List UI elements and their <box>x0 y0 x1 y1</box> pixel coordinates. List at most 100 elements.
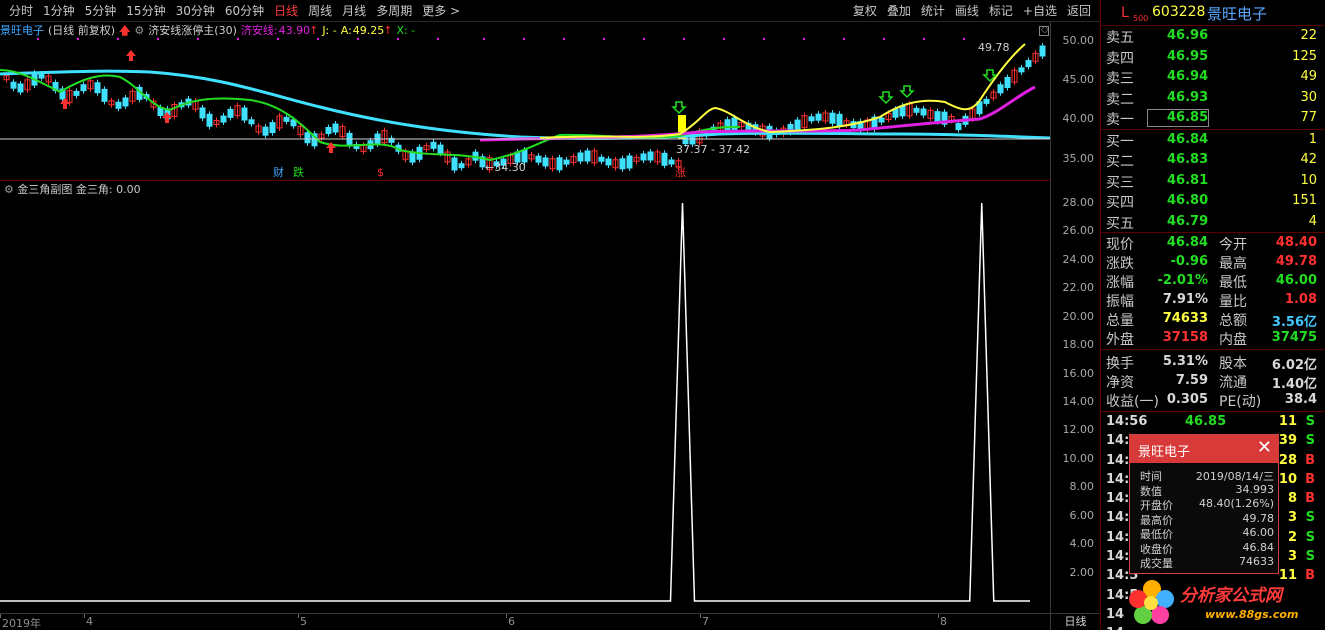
action-2[interactable]: 统计 <box>916 3 950 19</box>
action-4[interactable]: 标记 <box>984 3 1018 19</box>
sub-y-tick: 22.00 <box>1062 281 1095 295</box>
signal-dot <box>802 37 806 41</box>
order-book-row[interactable]: 买二 46.83 42 <box>1101 150 1325 171</box>
tick-volume: 11 <box>1278 414 1297 429</box>
order-book-row[interactable]: 买三 46.81 10 <box>1101 171 1325 192</box>
marker-zhang[interactable]: 涨 <box>675 166 686 179</box>
ma-yellow-line <box>539 43 1026 139</box>
sub-y-tick: 12.00 <box>1062 423 1095 437</box>
quote-label: 最低 <box>1219 275 1247 291</box>
sub-y-tick: 16.00 <box>1062 366 1095 380</box>
order-book-row[interactable]: 买五 46.79 4 <box>1101 212 1325 233</box>
tab-0[interactable]: 分时 <box>4 3 38 19</box>
tab-2[interactable]: 5分钟 <box>80 3 122 19</box>
marker-die[interactable]: 跌 <box>293 165 304 179</box>
quote-stats: 现价 46.84 今开 48.40 涨跌 -0.96 最高 49.78 涨幅 -2.01% 最低 46… <box>1101 233 1325 350</box>
jinsanjiao-chart[interactable] <box>0 195 1050 613</box>
signal-dot <box>196 37 200 41</box>
tab-1[interactable]: 1分钟 <box>38 3 80 19</box>
sell-order-book: 卖五 46.96 22 卖四 46.95 125 卖三 46.94 49 卖二 46.93 30 卖一 4… <box>1101 26 1325 130</box>
signal-dot <box>762 37 766 41</box>
action-6[interactable]: 返回 <box>1062 3 1096 19</box>
order-book-row[interactable]: 卖四 46.95 125 <box>1101 47 1325 68</box>
quote-label: PE(动) <box>1219 394 1262 410</box>
action-0[interactable]: 复权 <box>848 3 882 19</box>
action-3[interactable]: 画线 <box>950 3 984 19</box>
range-annotation: 37.37 - 37.42 <box>676 143 750 156</box>
y-tick: 45.00 <box>1062 73 1095 86</box>
quote-row: 振幅 7.91% 量比 1.08 <box>1101 290 1325 310</box>
y-tick: 40.00 <box>1062 112 1095 125</box>
signal-dot <box>882 37 886 41</box>
order-volume: 10 <box>1300 172 1317 188</box>
date-tick-mark <box>0 614 1 618</box>
tick-side: B <box>1305 471 1315 487</box>
date-axis: 2019年 4 5 6 7 8 <box>0 613 1050 630</box>
popup-row: 收盘价 46.84 <box>1130 540 1278 556</box>
signal-dot <box>962 37 966 41</box>
order-book-row[interactable]: 卖三 46.94 49 <box>1101 67 1325 88</box>
resize-icon[interactable] <box>1039 26 1049 36</box>
quote-value: 74633 <box>1162 311 1208 326</box>
green-down-arrows <box>671 69 998 115</box>
order-volume: 77 <box>1300 110 1317 125</box>
sub-y-tick: 4.00 <box>1069 537 1095 551</box>
quote-value: 48.40 <box>1275 235 1317 250</box>
date-tick: 5 <box>300 615 307 628</box>
quote-value: 37475 <box>1271 330 1317 345</box>
popup-row: 最低价 46.00 <box>1130 525 1278 541</box>
stock-name: 景旺电子 <box>1207 5 1268 23</box>
action-1[interactable]: 叠加 <box>882 3 916 19</box>
quote-value: 7.59 <box>1175 373 1208 388</box>
tick-row[interactable]: 14:56 46.85 11 S <box>1101 413 1325 432</box>
tick-volume: 8 <box>1287 491 1297 507</box>
buy-order-book: 买一 46.84 1 买二 46.83 42 买三 46.81 10 买四 46.80 151 买五 46… <box>1101 130 1325 233</box>
order-volume: 42 <box>1300 152 1317 167</box>
marker-dollar[interactable]: $ <box>377 166 384 179</box>
tick-volume: 3 <box>1287 510 1297 526</box>
popup-label: 成交量 <box>1140 557 1173 570</box>
tick-side: S <box>1305 549 1315 565</box>
tab-10[interactable]: 更多 > <box>417 3 465 19</box>
sub-y-tick: 2.00 <box>1069 565 1095 579</box>
candlestick-chart[interactable]: 49.78 ←34.30 37.37 - 37.42 财 跌 $ 涨 <box>0 22 1050 180</box>
quote-label: 量比 <box>1219 294 1247 310</box>
order-level: 卖二 <box>1106 91 1134 108</box>
market-sub: 500 <box>1133 14 1149 23</box>
tab-5[interactable]: 60分钟 <box>220 3 269 19</box>
quote-value: 7.91% <box>1162 292 1208 307</box>
popup-value: 49.78 <box>1242 511 1275 525</box>
tick-volume: 39 <box>1278 433 1297 449</box>
order-volume: 1 <box>1308 131 1317 147</box>
marker-cai[interactable]: 财 <box>273 165 284 179</box>
stock-code: 603228 <box>1152 4 1206 20</box>
date-tick-mark <box>506 614 507 618</box>
signal-dot <box>236 37 240 41</box>
date-tick-mark <box>298 614 299 618</box>
order-book-row[interactable]: 买四 46.80 151 <box>1101 191 1325 212</box>
quote-row: 外盘 37158 内盘 37475 <box>1101 328 1325 348</box>
quote-label: 现价 <box>1106 237 1134 253</box>
order-book-row[interactable]: 卖五 46.96 22 <box>1101 26 1325 47</box>
tab-7[interactable]: 周线 <box>303 3 337 19</box>
signal-dot <box>842 37 846 41</box>
period-label[interactable]: 日线 <box>1050 613 1100 630</box>
tab-8[interactable]: 月线 <box>337 3 371 19</box>
signal-dot <box>396 37 400 41</box>
order-book-row[interactable]: 卖一 46.85 77 <box>1101 108 1325 129</box>
quote-row: 现价 46.84 今开 48.40 <box>1101 233 1325 253</box>
quote-label: 总量 <box>1106 313 1134 329</box>
tab-3[interactable]: 15分钟 <box>121 3 170 19</box>
order-book-row[interactable]: 卖二 46.93 30 <box>1101 88 1325 109</box>
order-price: 46.84 <box>1167 131 1209 147</box>
tick-time: 14 <box>1106 626 1124 630</box>
order-book-row[interactable]: 买一 46.84 1 <box>1101 130 1325 151</box>
tab-6[interactable]: 日线 <box>269 3 303 19</box>
action-5[interactable]: +自选 <box>1018 3 1062 19</box>
tab-9[interactable]: 多周期 <box>371 3 417 19</box>
quote-value: 1.08 <box>1284 292 1317 307</box>
close-icon[interactable]: ✕ <box>1257 437 1272 458</box>
popup-value: 46.84 <box>1242 540 1275 554</box>
tab-4[interactable]: 30分钟 <box>171 3 220 19</box>
quote-value: 49.78 <box>1275 254 1317 269</box>
